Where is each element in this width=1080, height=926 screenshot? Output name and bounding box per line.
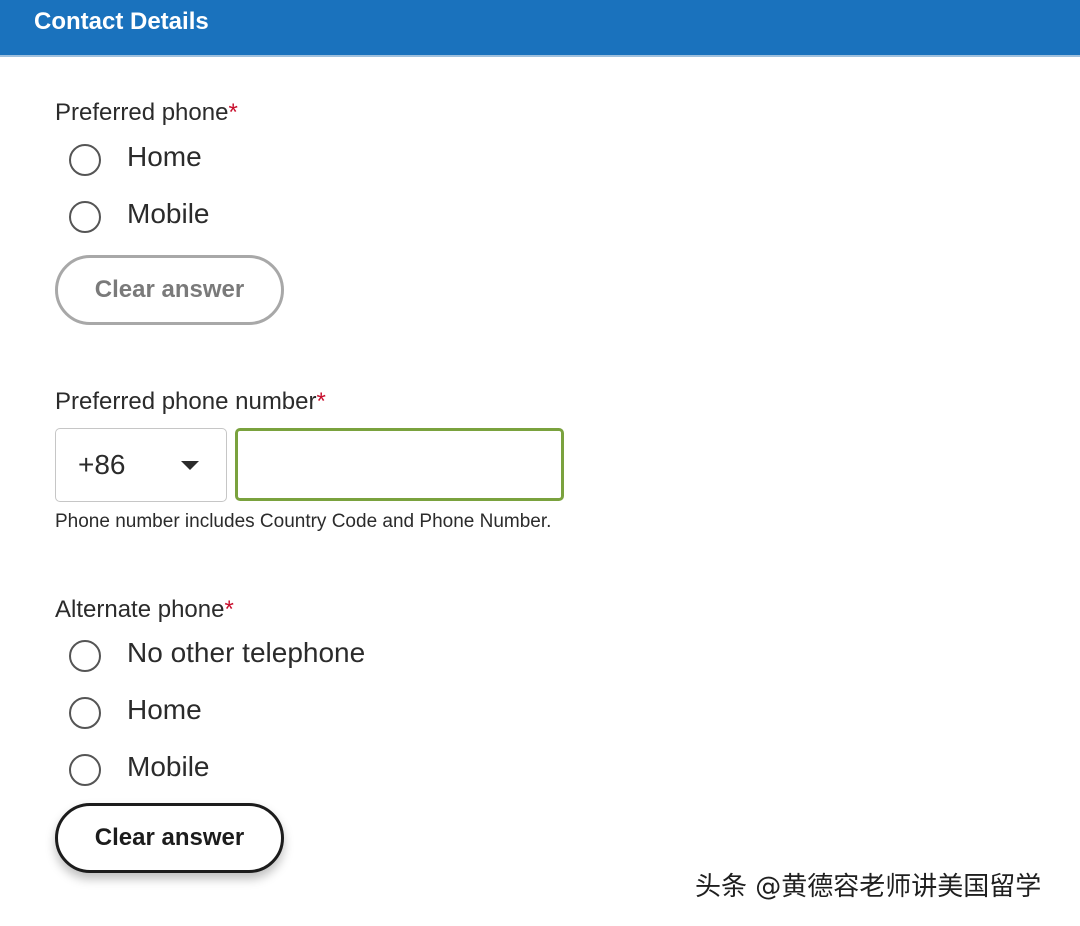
phone-helper-text: Phone number includes Country Code and P… <box>55 511 552 532</box>
radio-preferred-mobile[interactable]: Mobile <box>69 198 489 238</box>
preferred-number-label: Preferred phone number* <box>55 388 326 416</box>
radio-button-icon[interactable] <box>69 697 101 729</box>
alternate-phone-label-text: Alternate phone <box>55 596 225 623</box>
radio-label[interactable]: Mobile <box>127 198 209 230</box>
watermark-text: 头条 @黄德容老师讲美国留学 <box>695 872 1042 902</box>
required-asterisk: * <box>224 596 234 623</box>
radio-label[interactable]: Home <box>127 141 202 173</box>
section-header: Contact Details <box>0 0 1080 57</box>
radio-alternate-none[interactable]: No other telephone <box>69 637 489 677</box>
phone-number-input[interactable] <box>235 428 564 501</box>
preferred-phone-label-text: Preferred phone <box>55 99 229 126</box>
radio-preferred-home[interactable]: Home <box>69 141 489 181</box>
radio-button-icon[interactable] <box>69 144 101 176</box>
country-code-value: +86 <box>78 449 126 480</box>
radio-button-icon[interactable] <box>69 754 101 786</box>
radio-label[interactable]: Home <box>127 694 202 726</box>
required-asterisk: * <box>316 388 326 415</box>
alternate-phone-label: Alternate phone* <box>55 596 234 624</box>
chevron-down-icon <box>181 461 199 470</box>
radio-alternate-mobile[interactable]: Mobile <box>69 751 489 791</box>
preferred-phone-label: Preferred phone* <box>55 99 238 127</box>
required-asterisk: * <box>228 99 238 126</box>
radio-button-icon[interactable] <box>69 640 101 672</box>
preferred-number-label-text: Preferred phone number <box>55 388 317 415</box>
section-title: Contact Details <box>34 8 209 35</box>
country-code-select[interactable]: +86 <box>55 428 227 502</box>
clear-preferred-phone-button[interactable]: Clear answer <box>55 255 284 325</box>
radio-button-icon[interactable] <box>69 201 101 233</box>
clear-alternate-phone-button[interactable]: Clear answer <box>55 803 284 873</box>
radio-label[interactable]: No other telephone <box>127 637 365 669</box>
radio-label[interactable]: Mobile <box>127 751 209 783</box>
radio-alternate-home[interactable]: Home <box>69 694 489 734</box>
